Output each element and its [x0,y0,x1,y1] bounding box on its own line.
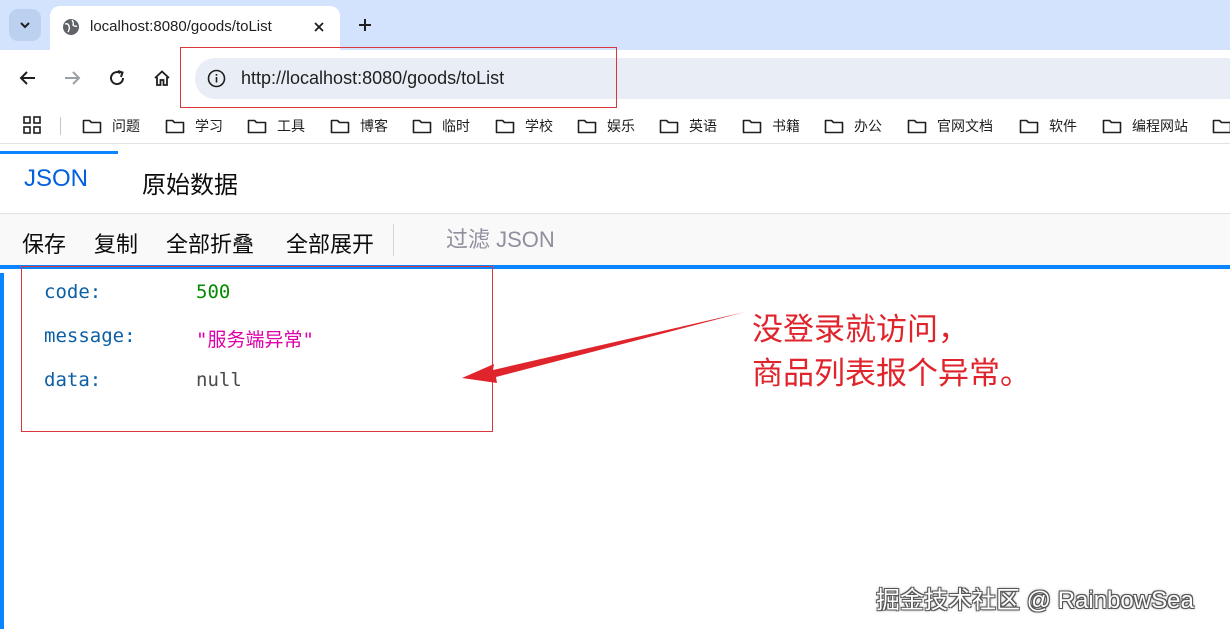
bookmark-folder[interactable]: 学校 [495,114,553,138]
folder-icon [1019,119,1039,134]
folder-icon [495,119,515,134]
forward-button[interactable] [60,66,84,90]
bookmark-folder[interactable]: 软件 [1019,114,1077,138]
folder-icon [1212,119,1230,134]
bookmark-label: 办公 [854,118,882,134]
bookmark-label: 学习 [195,118,223,134]
bookmark-folder[interactable]: 工具 [247,114,305,138]
bookmark-folder[interactable]: 学习 [165,114,223,138]
home-button[interactable] [150,66,174,90]
bookmark-label: 博客 [360,118,388,134]
active-tab-indicator [0,151,118,154]
bookmarks-bar: 问题 学习 工具 博客 临时 学校 娱乐 英语 书籍 办公 官网文档 软件 编程网站 [0,108,1230,144]
save-button[interactable]: 保存 [22,227,66,259]
json-viewer-tabs: JSON 原始数据 [0,151,1230,214]
bookmark-label: 官网文档 [937,118,993,134]
bookmark-folder[interactable]: 英语 [659,114,717,138]
folder-icon [412,119,432,134]
arrow-right-icon [65,71,81,85]
annotation-line-1: 没登录就访问， [752,312,969,347]
globe-icon [63,19,79,35]
close-icon [314,22,324,32]
bookmark-folder-overflow[interactable] [1212,114,1230,138]
bookmark-folder[interactable]: 书籍 [742,114,800,138]
bookmark-label: 英语 [689,118,717,134]
bookmark-label: 临时 [442,118,470,134]
arrow-left-icon [19,71,35,85]
bookmark-folder[interactable]: 问题 [82,114,140,138]
tab-raw-data[interactable]: 原始数据 [142,165,238,200]
folder-icon [82,119,102,134]
json-action-bar: 保存 复制 全部折叠 全部展开 [0,214,1230,269]
bookmark-label: 软件 [1049,118,1077,134]
annotation-line-2: 商品列表报个异常。 [752,356,1031,391]
bookmark-folder[interactable]: 办公 [824,114,882,138]
folder-icon [742,119,762,134]
bookmarks-divider [60,117,61,135]
folder-icon [577,119,597,134]
chevron-down-icon [20,22,30,29]
bookmark-label: 工具 [277,118,305,134]
browser-tab[interactable]: localhost:8080/goods/toList [50,6,340,50]
bookmarks-separator [0,143,1230,144]
bookmark-label: 书籍 [772,118,800,134]
tab-title: localhost:8080/goods/toList [90,18,272,35]
annotation-text: 没登录就访问， 商品列表报个异常。 [752,308,1031,396]
tab-search-button[interactable] [9,9,41,41]
browser-window: localhost:8080/goods/toList http://local… [0,0,1230,629]
expand-all-button[interactable]: 全部展开 [286,227,374,259]
folder-icon [247,119,267,134]
bookmark-label: 编程网站 [1132,118,1188,134]
new-tab-button[interactable] [353,13,377,37]
filter-json-input[interactable] [432,220,732,260]
bookmark-label: 问题 [112,118,140,134]
reload-icon [110,70,125,86]
action-divider [393,224,394,256]
bookmark-folder[interactable]: 临时 [412,114,470,138]
back-button[interactable] [16,66,40,90]
watermark: 掘金技术社区 @ RainbowSea [876,587,1194,614]
json-highlight-box [21,266,493,432]
bookmark-folder[interactable]: 官网文档 [907,114,993,138]
url-highlight-box [180,47,617,108]
folder-icon [165,119,185,134]
apps-grid-icon[interactable] [22,115,42,135]
bookmark-folder[interactable]: 博客 [330,114,388,138]
tab-strip: localhost:8080/goods/toList [0,0,1230,50]
reload-button[interactable] [105,66,129,90]
folder-icon [659,119,679,134]
copy-button[interactable]: 复制 [94,227,138,259]
folder-icon [330,119,350,134]
tab-json[interactable]: JSON [24,165,88,193]
bookmark-folder[interactable]: 娱乐 [577,114,635,138]
plus-icon [359,19,371,31]
bookmark-label: 娱乐 [607,118,635,134]
folder-icon [824,119,844,134]
collapse-all-button[interactable]: 全部折叠 [166,227,254,259]
bookmark-folder[interactable]: 编程网站 [1102,114,1188,138]
home-icon [154,70,170,86]
bookmark-label: 学校 [525,118,553,134]
folder-icon [907,119,927,134]
folder-icon [1102,119,1122,134]
tab-close-button[interactable] [308,16,330,38]
